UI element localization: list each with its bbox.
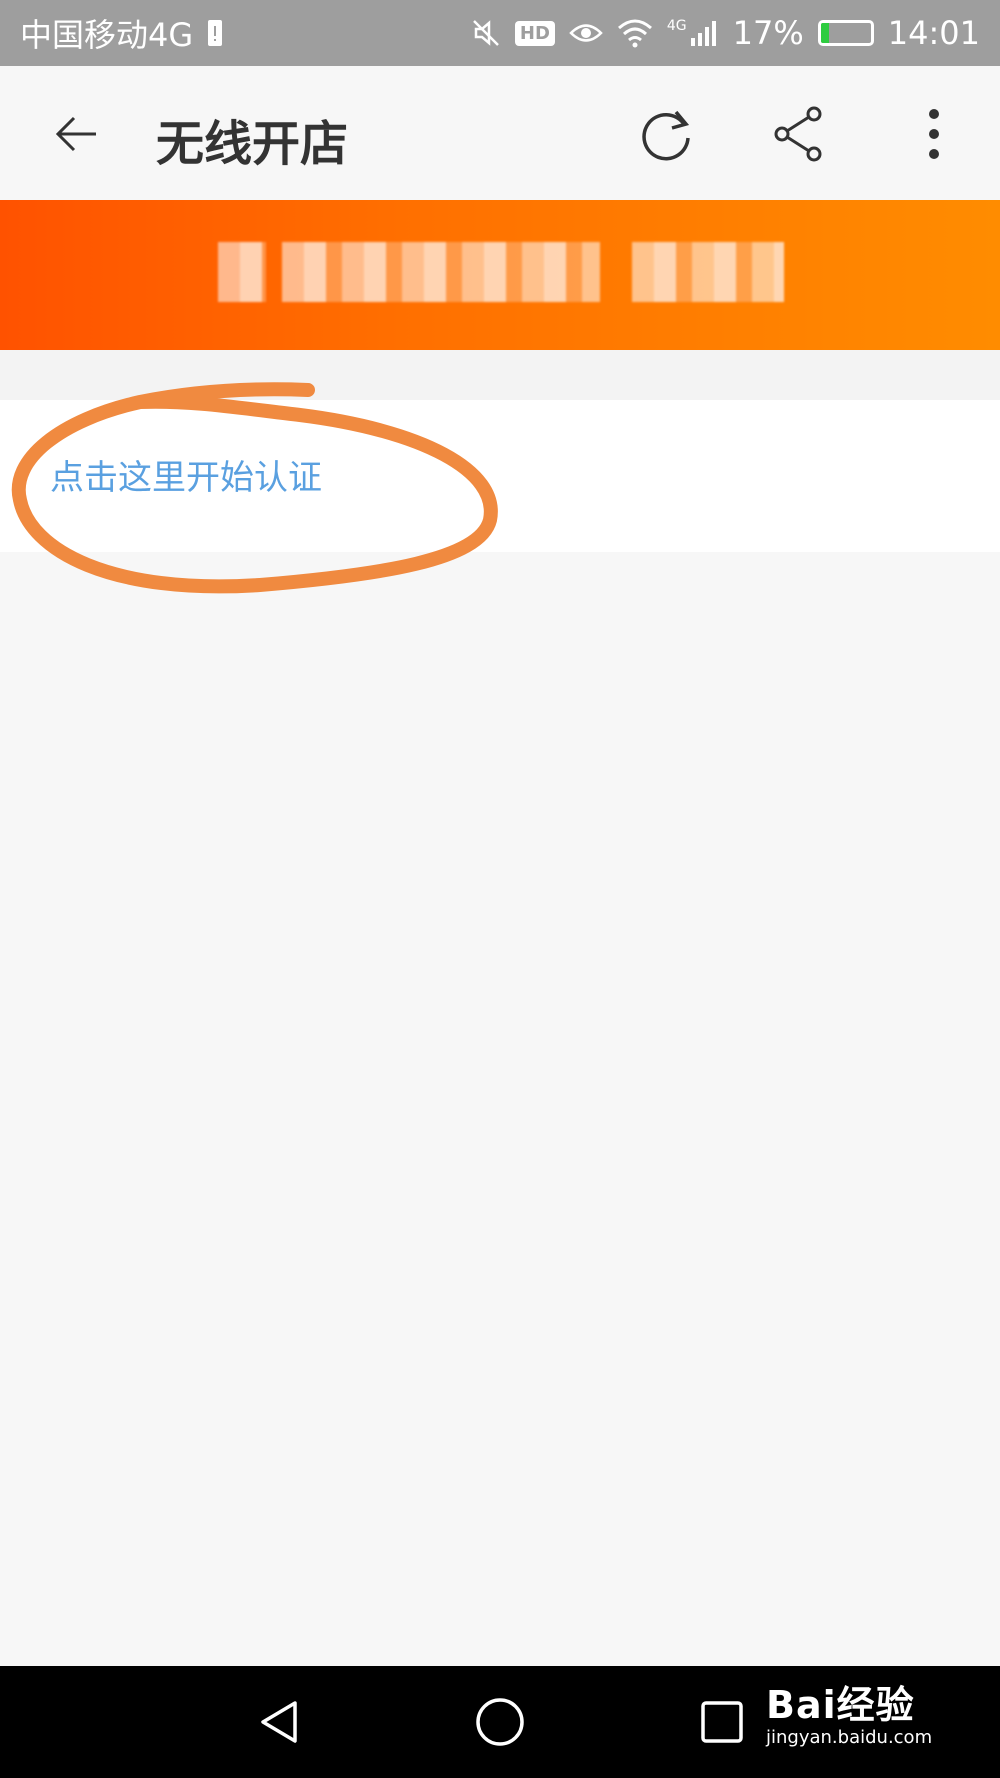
back-arrow-icon	[55, 116, 96, 152]
carrier-label: 中国移动4G	[20, 16, 194, 54]
sim-alert-icon	[207, 18, 223, 48]
more-icon	[929, 109, 939, 159]
circle-home-icon	[476, 1698, 524, 1746]
battery-icon	[817, 20, 874, 46]
page-title: 无线开店	[156, 116, 349, 172]
pixelated-text-block	[218, 242, 266, 302]
baidu-watermark: Bai经验 jingyan.baidu.com	[766, 1674, 932, 1748]
toolbar: 无线开店	[0, 66, 1000, 200]
share-icon	[774, 106, 822, 162]
start-certification-link[interactable]: 点击这里开始认证	[50, 450, 322, 499]
more-button[interactable]	[896, 96, 972, 172]
signal-icon: 4G	[667, 18, 719, 48]
mute-icon	[471, 18, 501, 48]
square-recent-icon	[701, 1701, 743, 1743]
nav-home-button[interactable]	[470, 1692, 530, 1752]
pixelated-text-block	[632, 242, 784, 302]
triangle-back-icon	[261, 1701, 297, 1743]
clock: 14:01	[887, 14, 980, 52]
nav-recent-button[interactable]	[692, 1692, 752, 1752]
spacer	[0, 350, 1000, 400]
nav-back-button[interactable]	[250, 1692, 310, 1752]
watermark-brand: Bai经验	[766, 1683, 915, 1727]
share-button[interactable]	[762, 96, 838, 172]
refresh-button[interactable]	[628, 96, 704, 172]
eye-icon	[569, 20, 603, 46]
back-button[interactable]	[38, 96, 114, 172]
wifi-icon	[617, 18, 653, 48]
hd-icon: HD	[514, 20, 555, 46]
navigation-bar: Bai经验 jingyan.baidu.com	[0, 1666, 1000, 1778]
battery-level	[820, 23, 830, 43]
status-bar: 中国移动4G HD 4G 17% 14:01	[0, 0, 1000, 66]
battery-percent: 17%	[732, 14, 804, 52]
content-card: 点击这里开始认证	[0, 400, 1000, 552]
watermark-url: jingyan.baidu.com	[766, 1727, 933, 1748]
pixelated-text-block	[282, 242, 600, 302]
network-type-label: 4G	[666, 18, 687, 34]
refresh-icon	[642, 110, 690, 161]
